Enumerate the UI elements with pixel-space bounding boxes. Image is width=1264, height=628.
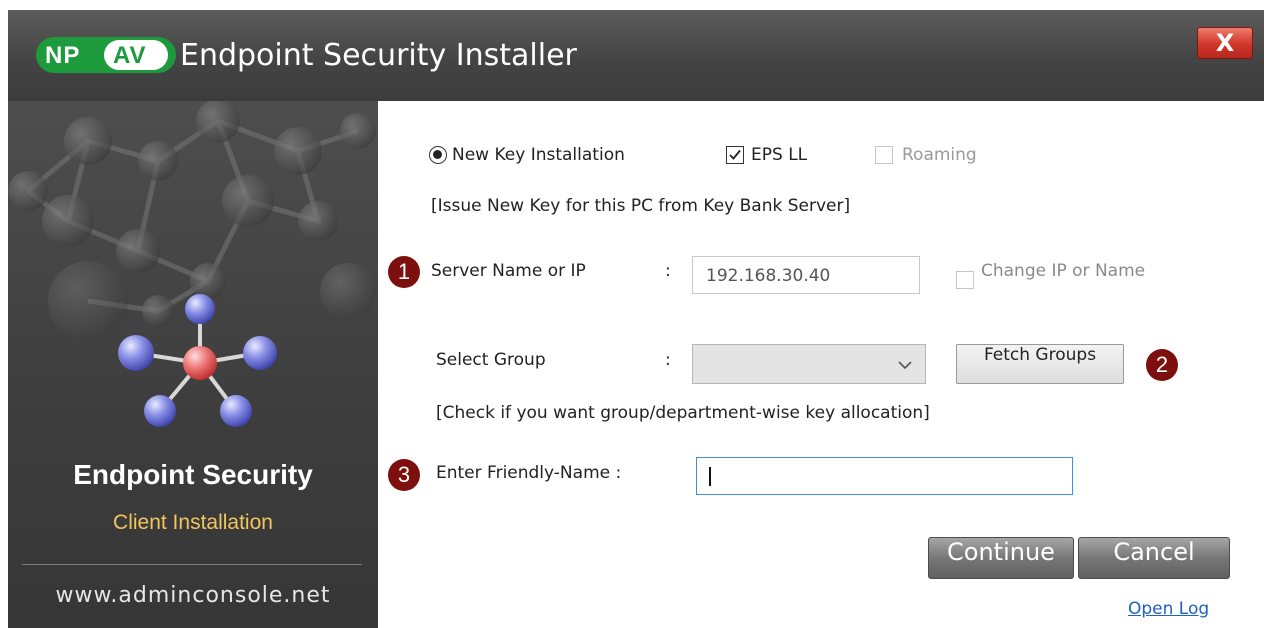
change-ip-checkbox[interactable] <box>956 271 974 289</box>
title-bar[interactable]: NP AV Endpoint Security Installer X <box>8 10 1264 101</box>
logo-av-badge: AV <box>104 40 168 70</box>
chevron-down-icon <box>898 361 912 370</box>
server-label: Server Name or IP <box>431 261 586 281</box>
logo-np-text: NP <box>45 42 81 69</box>
eps-ll-label[interactable]: EPS LL <box>751 145 807 165</box>
new-key-label[interactable]: New Key Installation <box>452 145 625 165</box>
step-marker-1: 1 <box>388 256 420 288</box>
new-key-radio[interactable] <box>429 146 447 164</box>
close-icon: X <box>1215 29 1235 57</box>
product-title: Endpoint Security <box>73 459 313 490</box>
logo-av-text: AV <box>113 42 147 69</box>
group-colon: : <box>665 350 671 370</box>
website-url: www.adminconsole.net <box>55 583 331 608</box>
group-note: [Check if you want group/department-wise… <box>436 403 930 423</box>
form-content: New Key Installation EPS LL Roaming [Iss… <box>378 101 1264 628</box>
eps-ll-checkbox[interactable] <box>726 146 744 164</box>
server-input[interactable]: 192.168.30.40 <box>692 256 920 294</box>
change-ip-label[interactable]: Change IP or Name <box>981 261 1145 281</box>
new-key-note: [Issue New Key for this PC from Key Bank… <box>431 196 851 216</box>
fetch-groups-label: Fetch Groups <box>983 345 1097 365</box>
cancel-label: Cancel <box>1113 538 1195 566</box>
open-log-link[interactable]: Open Log <box>1128 599 1209 619</box>
roaming-label[interactable]: Roaming <box>902 145 977 165</box>
window-title: Endpoint Security Installer <box>180 38 577 73</box>
server-colon: : <box>665 261 671 281</box>
server-input-value: 192.168.30.40 <box>706 266 831 286</box>
checkmark-icon <box>729 149 741 160</box>
text-caret <box>709 467 711 486</box>
continue-button[interactable]: Continue <box>928 537 1074 579</box>
fetch-groups-button[interactable]: Fetch Groups <box>956 344 1124 384</box>
continue-label: Continue <box>947 538 1055 566</box>
friendly-name-input[interactable] <box>696 457 1073 495</box>
group-label: Select Group <box>436 350 546 370</box>
npav-logo: NP AV <box>36 37 176 73</box>
step-marker-3: 3 <box>388 459 420 491</box>
molecule-background-art <box>8 101 376 427</box>
installer-window: NP AV Endpoint Security Installer X Endp… <box>8 10 1264 628</box>
left-panel: Endpoint Security Client Installation ww… <box>8 101 378 628</box>
friendly-name-label: Enter Friendly-Name : <box>436 463 622 483</box>
left-divider <box>22 564 362 565</box>
close-button[interactable]: X <box>1197 27 1253 59</box>
product-subtitle: Client Installation <box>113 511 273 534</box>
network-icon <box>118 294 277 427</box>
cancel-button[interactable]: Cancel <box>1078 537 1230 579</box>
group-select[interactable] <box>692 344 926 384</box>
roaming-checkbox[interactable] <box>875 146 893 164</box>
radio-selected-dot <box>433 150 442 159</box>
step-marker-2: 2 <box>1146 349 1178 381</box>
